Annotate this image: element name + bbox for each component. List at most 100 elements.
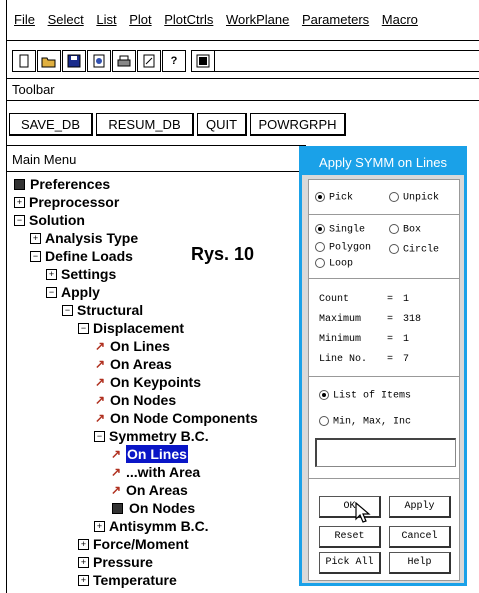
- tree-item-apply[interactable]: − Apply: [46, 283, 258, 301]
- reset-button[interactable]: Reset: [319, 526, 381, 548]
- tree-item-solution[interactable]: − Solution: [14, 211, 258, 229]
- apply-arrow-icon: ↗: [94, 411, 106, 425]
- apply-arrow-icon: ↗: [94, 339, 106, 353]
- radio-icon: [389, 192, 399, 202]
- standard-icon-bar: ?: [12, 50, 216, 72]
- dialog-body: Pick Unpick Single Box Polygon Circle Lo…: [308, 179, 460, 581]
- radio-selected-icon: [319, 390, 329, 400]
- collapse-minus-icon[interactable]: −: [94, 430, 105, 442]
- collapse-minus-icon[interactable]: −: [14, 214, 25, 226]
- list-of-items-radio[interactable]: List of Items: [319, 390, 411, 402]
- save-icon[interactable]: [62, 50, 86, 72]
- tree-item-symm-on-areas[interactable]: ↗ On Areas: [110, 481, 258, 499]
- apply-button[interactable]: Apply: [389, 496, 451, 518]
- stat-line-no: Line No. = 7: [319, 354, 410, 365]
- figure-caption: Rys. 10: [191, 244, 255, 264]
- help-file-icon[interactable]: [137, 50, 161, 72]
- help-icon[interactable]: ?: [162, 50, 186, 72]
- tree-item-on-node-components[interactable]: ↗ On Node Components: [94, 409, 258, 427]
- menu-plotctrls[interactable]: PlotCtrls: [164, 12, 213, 27]
- report-icon[interactable]: [87, 50, 111, 72]
- tree-item-antisymm-bc[interactable]: + Antisymm B.C.: [94, 517, 258, 535]
- tree-item-temperature[interactable]: + Temperature: [78, 571, 258, 589]
- quit-button[interactable]: QUIT: [197, 113, 247, 136]
- tree-item-preprocessor[interactable]: + Preprocessor: [14, 193, 258, 211]
- tree-item-force-moment[interactable]: + Force/Moment: [78, 535, 258, 553]
- collapse-minus-icon[interactable]: −: [30, 250, 41, 262]
- tree-item-displacement[interactable]: − Displacement: [78, 319, 258, 337]
- radio-selected-icon: [315, 192, 325, 202]
- powrgrph-button[interactable]: POWRGRPH: [250, 113, 346, 136]
- tree-item-symm-on-nodes[interactable]: On Nodes: [110, 499, 258, 517]
- expand-plus-icon[interactable]: +: [78, 556, 89, 568]
- expand-plus-icon[interactable]: +: [46, 268, 57, 280]
- mouse-pointer-icon: [355, 502, 371, 523]
- apply-arrow-icon: ↗: [94, 393, 106, 407]
- divider: [6, 145, 306, 146]
- divider: [6, 171, 306, 172]
- divider: [6, 100, 479, 101]
- polygon-radio[interactable]: Polygon: [315, 242, 371, 254]
- tree-item-settings[interactable]: + Settings: [46, 265, 258, 283]
- tree-item-displacement-on-areas[interactable]: ↗ On Areas: [94, 355, 258, 373]
- pick-all-button[interactable]: Pick All: [319, 552, 381, 574]
- apply-symm-dialog: Apply SYMM on Lines Pick Unpick Single B…: [299, 146, 467, 586]
- save-db-button[interactable]: SAVE_DB: [9, 113, 93, 136]
- cancel-button[interactable]: Cancel: [389, 526, 451, 548]
- menu-parameters[interactable]: Parameters: [302, 12, 369, 27]
- new-file-icon[interactable]: [12, 50, 36, 72]
- expand-plus-icon[interactable]: +: [14, 196, 25, 208]
- tree-item-on-keypoints[interactable]: ↗ On Keypoints: [94, 373, 258, 391]
- single-radio[interactable]: Single: [315, 224, 365, 236]
- tree-item-symm-on-lines[interactable]: ↗ On Lines: [110, 445, 258, 463]
- separator: [309, 478, 459, 479]
- item-input-field[interactable]: [315, 438, 456, 467]
- help-button[interactable]: Help: [389, 552, 451, 574]
- stat-minimum: Minimum = 1: [319, 334, 410, 345]
- divider: [6, 78, 479, 79]
- radio-selected-icon: [315, 224, 325, 234]
- stat-maximum: Maximum = 318: [319, 314, 422, 325]
- circle-radio[interactable]: Circle: [389, 244, 439, 256]
- min-max-inc-radio[interactable]: Min, Max, Inc: [319, 416, 411, 428]
- radio-icon: [389, 244, 399, 254]
- stat-count: Count = 1: [319, 294, 410, 305]
- divider: [6, 40, 479, 41]
- tree-item-preferences[interactable]: Preferences: [14, 175, 258, 193]
- apply-arrow-icon: ↗: [110, 447, 122, 461]
- collapse-minus-icon[interactable]: −: [46, 286, 57, 298]
- expand-plus-icon[interactable]: +: [78, 574, 89, 586]
- command-input[interactable]: [214, 50, 479, 72]
- pick-radio[interactable]: Pick: [315, 192, 353, 204]
- unpick-radio[interactable]: Unpick: [389, 192, 439, 204]
- collapse-minus-icon[interactable]: −: [62, 304, 73, 316]
- tree-item-displacement-on-lines[interactable]: ↗ On Lines: [94, 337, 258, 355]
- apply-arrow-icon: ↗: [110, 465, 122, 479]
- box-radio[interactable]: Box: [389, 224, 421, 236]
- tree-item-displacement-on-nodes[interactable]: ↗ On Nodes: [94, 391, 258, 409]
- open-folder-icon[interactable]: [37, 50, 61, 72]
- tree-item-pressure[interactable]: + Pressure: [78, 553, 258, 571]
- collapse-minus-icon[interactable]: −: [78, 322, 89, 334]
- expand-plus-icon[interactable]: +: [78, 538, 89, 550]
- expand-plus-icon[interactable]: +: [94, 520, 105, 532]
- main-menu-label: Main Menu: [12, 152, 77, 167]
- tree-item-symmetry-bc[interactable]: − Symmetry B.C.: [94, 427, 258, 445]
- dialog-icon: [112, 502, 123, 514]
- menu-list[interactable]: List: [96, 12, 116, 27]
- menu-select[interactable]: Select: [48, 12, 84, 27]
- menu-file[interactable]: File: [14, 12, 35, 27]
- loop-radio[interactable]: Loop: [315, 258, 353, 270]
- tree-item-with-area[interactable]: ↗ ...with Area: [110, 463, 258, 481]
- tree-item-structural[interactable]: − Structural: [62, 301, 258, 319]
- resum-db-button[interactable]: RESUM_DB: [96, 113, 194, 136]
- main-menu-tree: Preferences + Preprocessor − Solution + Ana…: [14, 175, 258, 589]
- menu-plot[interactable]: Plot: [129, 12, 151, 27]
- expand-plus-icon[interactable]: +: [30, 232, 41, 244]
- radio-icon: [315, 242, 325, 252]
- menu-macro[interactable]: Macro: [382, 12, 418, 27]
- grid-icon[interactable]: [191, 50, 215, 72]
- print-icon[interactable]: [112, 50, 136, 72]
- menu-workplane[interactable]: WorkPlane: [226, 12, 289, 27]
- apply-arrow-icon: ↗: [94, 375, 106, 389]
